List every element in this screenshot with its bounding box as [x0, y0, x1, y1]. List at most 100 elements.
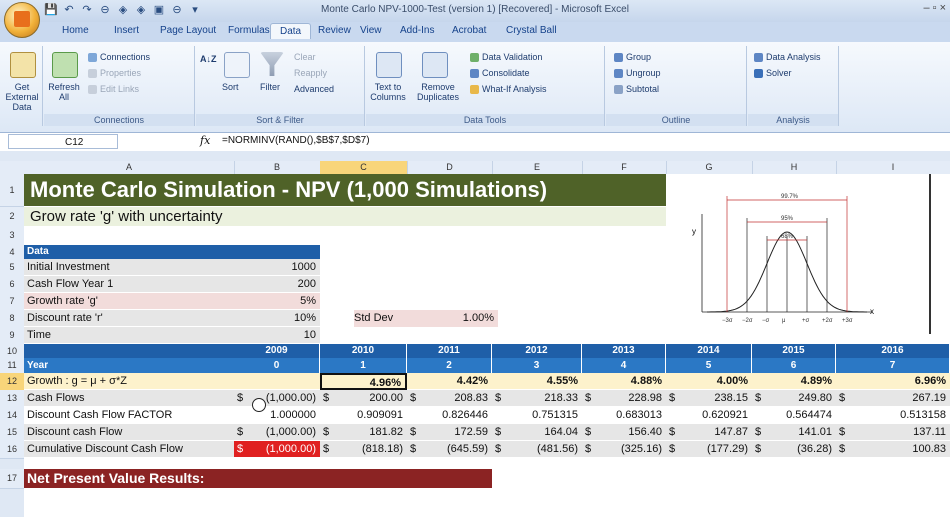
value-cell[interactable]: 0.909091 — [320, 407, 407, 424]
value-cell[interactable]: $ (1,000.00) — [234, 441, 320, 458]
office-button[interactable] — [4, 2, 40, 38]
fx-icon[interactable]: fx — [200, 134, 210, 147]
tab-formulas[interactable]: Formulas — [228, 25, 270, 36]
value-cell[interactable]: $ (1,000.00) — [234, 424, 320, 441]
std-dev-label[interactable]: Std Dev — [354, 310, 442, 327]
clear-button[interactable]: Clear — [294, 52, 316, 62]
std-dev-value[interactable]: 1.00% — [442, 310, 498, 327]
data-validation-button[interactable]: Data Validation — [470, 52, 542, 63]
npv-results-header[interactable]: Net Present Value Results: — [24, 469, 492, 488]
value-cell[interactable]: 4.00% — [666, 373, 752, 390]
year-cell[interactable]: 2015 — [752, 344, 836, 358]
year-label[interactable]: Year — [24, 358, 234, 373]
column-header-b[interactable]: B — [234, 161, 321, 174]
consolidate-button[interactable]: Consolidate — [470, 68, 530, 79]
qat-button-4[interactable]: ◈ — [116, 3, 130, 17]
column-header-a[interactable]: A — [24, 161, 235, 174]
qat-button-1[interactable]: ↶ — [62, 3, 76, 17]
filter-button[interactable]: Filter — [260, 82, 280, 92]
input-value[interactable]: 1000 — [234, 259, 320, 276]
text-to-columns-button[interactable]: Text to Columns — [366, 82, 410, 102]
row-label[interactable]: Growth : g = μ + σ*Z — [24, 373, 234, 390]
value-cell[interactable]: $ (36.28) — [752, 441, 836, 458]
qat-button-3[interactable]: ⊖ — [98, 3, 112, 17]
qat-button-6[interactable]: ▣ — [152, 3, 166, 17]
data-analysis-button[interactable]: Data Analysis — [754, 52, 821, 63]
value-cell[interactable] — [234, 373, 320, 390]
value-cell[interactable]: $ (325.16) — [582, 441, 666, 458]
row-label[interactable]: Cash Flows — [24, 390, 234, 407]
input-value[interactable]: 10% — [234, 310, 320, 327]
row-header-5[interactable]: 5 — [0, 259, 24, 277]
ungroup-button[interactable]: Ungroup — [614, 68, 661, 79]
data-header[interactable]: Data — [24, 245, 320, 259]
value-cell[interactable]: 4.88% — [582, 373, 666, 390]
year-cell[interactable]: 2009 — [234, 344, 320, 358]
row-header-11[interactable]: 11 — [0, 358, 24, 374]
year-cell[interactable]: 2011 — [407, 344, 492, 358]
properties-button[interactable]: Properties — [88, 68, 141, 79]
input-value[interactable]: 10 — [234, 327, 320, 344]
column-header-e[interactable]: E — [492, 161, 583, 174]
qat-button-8[interactable]: ▾ — [188, 3, 202, 17]
qat-button-5[interactable]: ◈ — [134, 3, 148, 17]
value-cell[interactable]: $249.80 — [752, 390, 836, 407]
period-cell[interactable]: 5 — [666, 358, 752, 373]
row-header-12[interactable]: 12 — [0, 373, 24, 391]
formula-input[interactable]: =NORMINV(RAND(),$B$7,$D$7) — [222, 135, 370, 146]
row-header-17[interactable]: 17 — [0, 469, 24, 489]
value-cell[interactable]: $156.40 — [582, 424, 666, 441]
tab-acrobat[interactable]: Acrobat — [452, 25, 486, 36]
input-label[interactable]: Time — [24, 327, 234, 344]
tab-review[interactable]: Review — [318, 25, 351, 36]
remove-duplicates-button[interactable]: Remove Duplicates — [412, 82, 464, 102]
qat-button-0[interactable]: 💾 — [44, 3, 58, 17]
reapply-button[interactable]: Reapply — [294, 68, 327, 78]
tab-insert[interactable]: Insert — [114, 25, 139, 36]
qat-button-7[interactable]: ⊖ — [170, 3, 184, 17]
tab-page-layout[interactable]: Page Layout — [160, 25, 216, 36]
value-cell[interactable]: $238.15 — [666, 390, 752, 407]
value-cell[interactable]: $267.19 — [836, 390, 950, 407]
value-cell[interactable]: $ (481.56) — [492, 441, 582, 458]
value-cell[interactable]: $200.00 — [320, 390, 407, 407]
value-cell[interactable]: $141.01 — [752, 424, 836, 441]
worksheet-grid[interactable]: Monte Carlo Simulation - NPV (1,000 Simu… — [24, 174, 950, 517]
row-header-14[interactable]: 14 — [0, 407, 24, 425]
value-cell[interactable]: $147.87 — [666, 424, 752, 441]
value-cell[interactable]: 0.826446 — [407, 407, 492, 424]
sort-asc-button[interactable]: A↓Z — [200, 54, 217, 64]
value-cell[interactable]: $ (1,000.00) — [234, 390, 320, 407]
value-cell[interactable]: $172.59 — [407, 424, 492, 441]
year-cell[interactable]: 2010 — [320, 344, 407, 358]
row-header-6[interactable]: 6 — [0, 276, 24, 294]
value-cell[interactable]: $218.33 — [492, 390, 582, 407]
get-external-data-button[interactable]: Get External Data — [2, 82, 42, 112]
period-cell[interactable]: 2 — [407, 358, 492, 373]
tab-view[interactable]: View — [360, 25, 382, 36]
row-header-9[interactable]: 9 — [0, 327, 24, 345]
column-header-g[interactable]: G — [666, 161, 753, 174]
value-cell[interactable]: $ (818.18) — [320, 441, 407, 458]
tab-data[interactable]: Data — [270, 23, 312, 39]
column-header-i[interactable]: I — [836, 161, 950, 174]
value-cell[interactable]: 4.96% — [320, 373, 407, 390]
value-cell[interactable]: $164.04 — [492, 424, 582, 441]
value-cell[interactable]: $ (645.59) — [407, 441, 492, 458]
what-if-analysis-button[interactable]: What-If Analysis — [470, 84, 547, 95]
year-cell[interactable]: 2013 — [582, 344, 666, 358]
row-header-8[interactable]: 8 — [0, 310, 24, 328]
tab-add-ins[interactable]: Add-Ins — [400, 25, 434, 36]
value-cell[interactable]: 0.620921 — [666, 407, 752, 424]
value-cell[interactable]: 4.42% — [407, 373, 492, 390]
group-button[interactable]: Group — [614, 52, 651, 63]
period-cell[interactable]: 6 — [752, 358, 836, 373]
tab-crystal-ball[interactable]: Crystal Ball — [506, 25, 557, 36]
qat-button-2[interactable]: ↷ — [80, 3, 94, 17]
year-cell[interactable]: 2012 — [492, 344, 582, 358]
row-header-7[interactable]: 7 — [0, 293, 24, 311]
row-header-3[interactable]: 3 — [0, 226, 24, 246]
name-box[interactable]: C12 — [8, 134, 118, 149]
period-cell[interactable]: 3 — [492, 358, 582, 373]
year-header-blank[interactable] — [24, 344, 234, 358]
